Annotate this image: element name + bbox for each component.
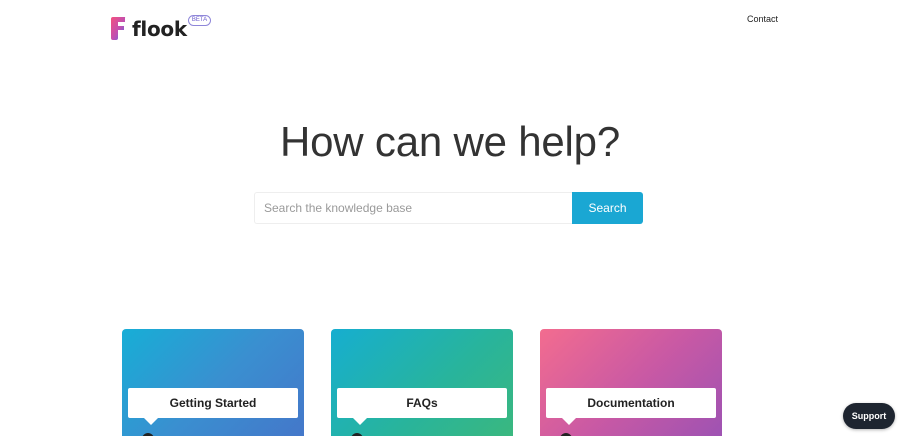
card-label: FAQs [337, 388, 507, 425]
card-label: Documentation [546, 388, 716, 425]
logo[interactable]: flook BETA [110, 15, 212, 43]
search-bar: Search [254, 192, 643, 224]
category-card-faqs[interactable]: FAQs [331, 329, 513, 436]
contact-link[interactable]: Contact [747, 14, 778, 24]
category-card-getting-started[interactable]: Getting Started [122, 329, 304, 436]
beta-badge: BETA [187, 15, 212, 26]
card-label: Getting Started [128, 388, 298, 425]
header: flook BETA Contact [0, 0, 900, 50]
logo-text: flook [132, 17, 187, 41]
search-button[interactable]: Search [572, 192, 643, 224]
support-button[interactable]: Support [843, 403, 895, 429]
page-title: How can we help? [280, 118, 620, 165]
category-card-documentation[interactable]: Documentation [540, 329, 722, 436]
flook-logo-icon [111, 17, 126, 40]
search-input[interactable] [254, 192, 572, 224]
